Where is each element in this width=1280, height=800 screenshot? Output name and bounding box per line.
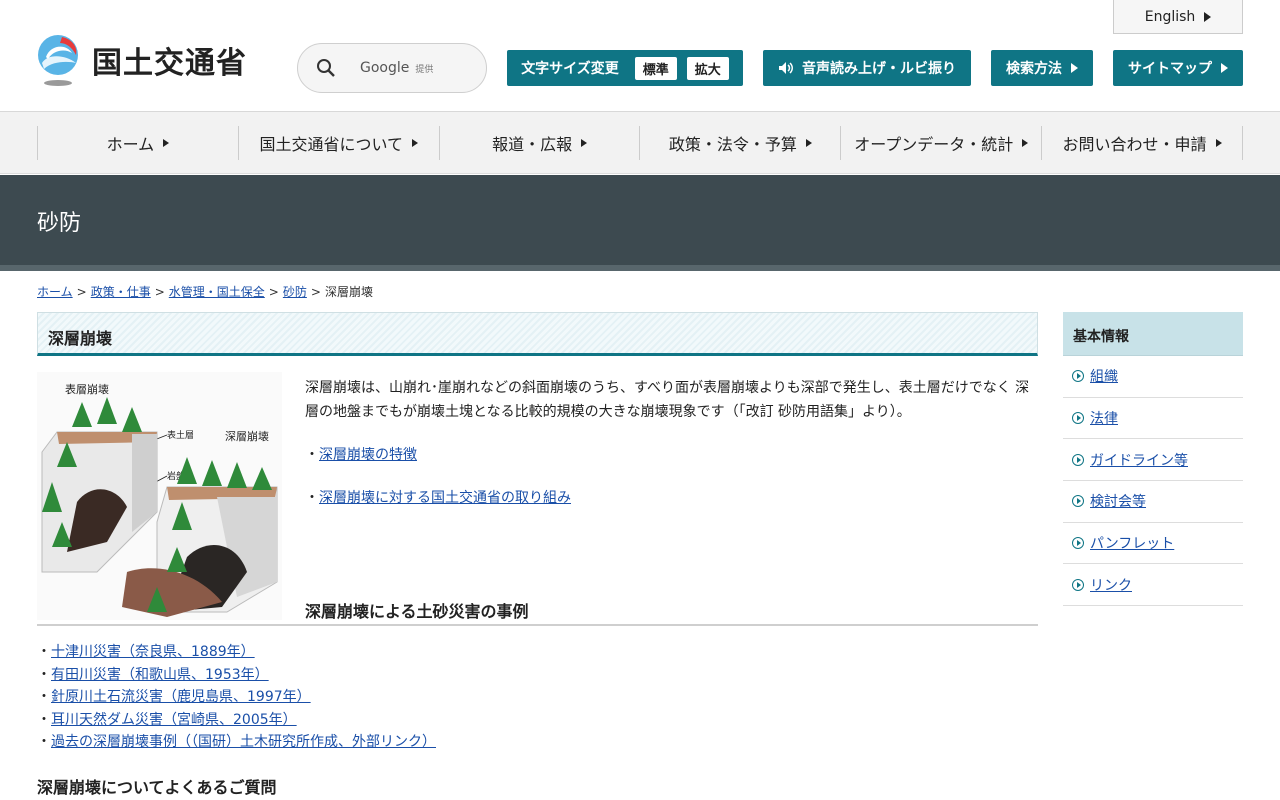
case-link-mimikawa[interactable]: 耳川天然ダム災害（宮崎県、2005年） bbox=[51, 712, 297, 728]
search-input[interactable]: Google 提供 bbox=[297, 43, 487, 93]
nav-item-contact[interactable]: お問い合わせ・申請 bbox=[1042, 126, 1243, 160]
case-link-pwri[interactable]: 過去の深層崩壊事例（（国研）土木研究所作成、外部リンク） bbox=[51, 734, 436, 750]
site-logo[interactable]: 国土交通省 bbox=[36, 33, 247, 87]
content-title-bar: 深層崩壊 bbox=[37, 312, 1038, 356]
global-nav: ホーム 国土交通省について 報道・広報 政策・法令・予算 オープンデータ・統計 … bbox=[0, 112, 1280, 174]
speaker-icon bbox=[779, 62, 793, 74]
sidebar-item-committees[interactable]: 検討会等 bbox=[1063, 481, 1243, 523]
faq-heading: 深層崩壊についてよくあるご質問 bbox=[37, 778, 277, 797]
sidebar-item-guidelines[interactable]: ガイドライン等 bbox=[1063, 439, 1243, 482]
triangle-right-icon bbox=[805, 139, 812, 147]
banner-divider bbox=[0, 265, 1280, 271]
triangle-right-icon bbox=[1022, 139, 1029, 147]
case-link-harihara[interactable]: 針原川土石流災害（鹿児島県、1997年） bbox=[51, 689, 311, 705]
cases-heading-divider bbox=[37, 624, 1038, 626]
logo-text: 国土交通省 bbox=[92, 46, 247, 81]
list-item: ・有田川災害（和歌山県、1953年） bbox=[37, 666, 269, 683]
landslide-illustration: 表層崩壊 深層崩壊 表土層 岩盤 bbox=[37, 372, 282, 620]
triangle-right-icon bbox=[1215, 139, 1222, 147]
cases-list: ・十津川災害（奈良県、1889年） ・有田川災害（和歌山県、1953年） ・針原… bbox=[37, 641, 436, 754]
breadcrumb-water[interactable]: 水管理・国土保全 bbox=[169, 285, 265, 299]
search-method-button[interactable]: 検索方法 bbox=[991, 50, 1093, 86]
list-item: ・耳川天然ダム災害（宮崎県、2005年） bbox=[37, 711, 297, 728]
triangle-right-icon bbox=[1221, 63, 1228, 73]
breadcrumb-policy[interactable]: 政策・仕事 bbox=[91, 285, 151, 299]
link-deep-failure-features[interactable]: 深層崩壊の特徴 bbox=[319, 447, 417, 463]
sidebar-item-links[interactable]: リンク bbox=[1063, 564, 1243, 607]
case-link-aridagawa[interactable]: 有田川災害（和歌山県、1953年） bbox=[51, 667, 269, 683]
breadcrumb-home[interactable]: ホーム bbox=[37, 285, 73, 299]
label-deep-failure: 深層崩壊 bbox=[225, 429, 269, 443]
sidebar-heading: 基本情報 bbox=[1063, 312, 1243, 356]
breadcrumb-current: 深層崩壊 bbox=[324, 285, 373, 299]
circle-arrow-icon bbox=[1072, 453, 1084, 466]
list-item: ・過去の深層崩壊事例（（国研）土木研究所作成、外部リンク） bbox=[37, 734, 436, 751]
site-header: 国土交通省 Google 提供 English 文字サイズ変更 標準 拡大 音声読… bbox=[0, 0, 1280, 112]
list-item: ・針原川土石流災害（鹿児島県、1997年） bbox=[37, 689, 311, 706]
label-topsoil: 表土層 bbox=[167, 429, 194, 441]
circle-arrow-icon bbox=[1072, 412, 1084, 425]
page-title: 深層崩壊 bbox=[48, 329, 113, 348]
sidebar-item-pamphlets[interactable]: パンフレット bbox=[1063, 523, 1243, 565]
breadcrumb: ホーム > 政策・仕事 > 水管理・国土保全 > 砂防 > 深層崩壊 bbox=[37, 285, 373, 299]
triangle-right-icon bbox=[412, 139, 418, 147]
case-link-totsukawa[interactable]: 十津川災害（奈良県、1889年） bbox=[51, 644, 255, 660]
nav-item-policy[interactable]: 政策・法令・予算 bbox=[640, 126, 842, 160]
voice-ruby-button[interactable]: 音声読み上げ・ルビ振り bbox=[763, 50, 971, 86]
sidebar-item-organization[interactable]: 組織 bbox=[1063, 356, 1243, 398]
triangle-right-icon bbox=[163, 139, 170, 147]
font-size-standard-button[interactable]: 標準 bbox=[634, 56, 677, 80]
section-title: 砂防 bbox=[37, 211, 82, 236]
nav-item-press[interactable]: 報道・広報 bbox=[440, 126, 641, 160]
sitemap-button[interactable]: サイトマップ bbox=[1113, 50, 1243, 86]
nav-item-opendata[interactable]: オープンデータ・統計 bbox=[841, 126, 1043, 160]
page-banner: 砂防 bbox=[0, 175, 1280, 265]
circle-arrow-icon bbox=[1072, 495, 1084, 508]
triangle-right-icon bbox=[581, 139, 588, 147]
circle-arrow-icon bbox=[1072, 370, 1084, 383]
sidebar: 基本情報 組織 法律 ガイドライン等 検討会等 パンフレット リンク bbox=[1063, 312, 1243, 607]
breadcrumb-sabo[interactable]: 砂防 bbox=[283, 285, 307, 299]
triangle-right-icon bbox=[1071, 63, 1078, 73]
link-mlit-efforts[interactable]: 深層崩壊に対する国土交通省の取り組み bbox=[319, 490, 571, 506]
font-size-large-button[interactable]: 拡大 bbox=[686, 56, 729, 80]
search-icon bbox=[317, 59, 335, 77]
google-search-label: Google 提供 bbox=[360, 60, 434, 76]
cases-heading: 深層崩壊による土砂災害の事例 bbox=[305, 602, 529, 621]
triangle-right-icon bbox=[1204, 11, 1212, 22]
circle-arrow-icon bbox=[1072, 578, 1084, 591]
mlit-logo-icon bbox=[38, 35, 78, 86]
circle-arrow-icon bbox=[1072, 537, 1084, 550]
nav-item-home[interactable]: ホーム bbox=[38, 126, 239, 160]
font-size-control: 文字サイズ変更 標準 拡大 bbox=[507, 50, 743, 86]
font-size-label: 文字サイズ変更 bbox=[521, 61, 619, 77]
english-link[interactable]: English bbox=[1113, 0, 1243, 34]
sidebar-item-law[interactable]: 法律 bbox=[1063, 398, 1243, 440]
description-text: 深層崩壊は、山崩れ･崖崩れなどの斜面崩壊のうち、すべり面が表層崩壊よりも深部で発… bbox=[305, 380, 1030, 420]
bullet-item: ・深層崩壊に対する国土交通省の取り組み bbox=[305, 490, 571, 506]
bullet-item: ・深層崩壊の特徴 bbox=[305, 447, 417, 463]
list-item: ・十津川災害（奈良県、1889年） bbox=[37, 644, 255, 660]
label-surface-failure: 表層崩壊 bbox=[65, 382, 109, 396]
nav-item-about[interactable]: 国土交通省について bbox=[239, 126, 440, 160]
